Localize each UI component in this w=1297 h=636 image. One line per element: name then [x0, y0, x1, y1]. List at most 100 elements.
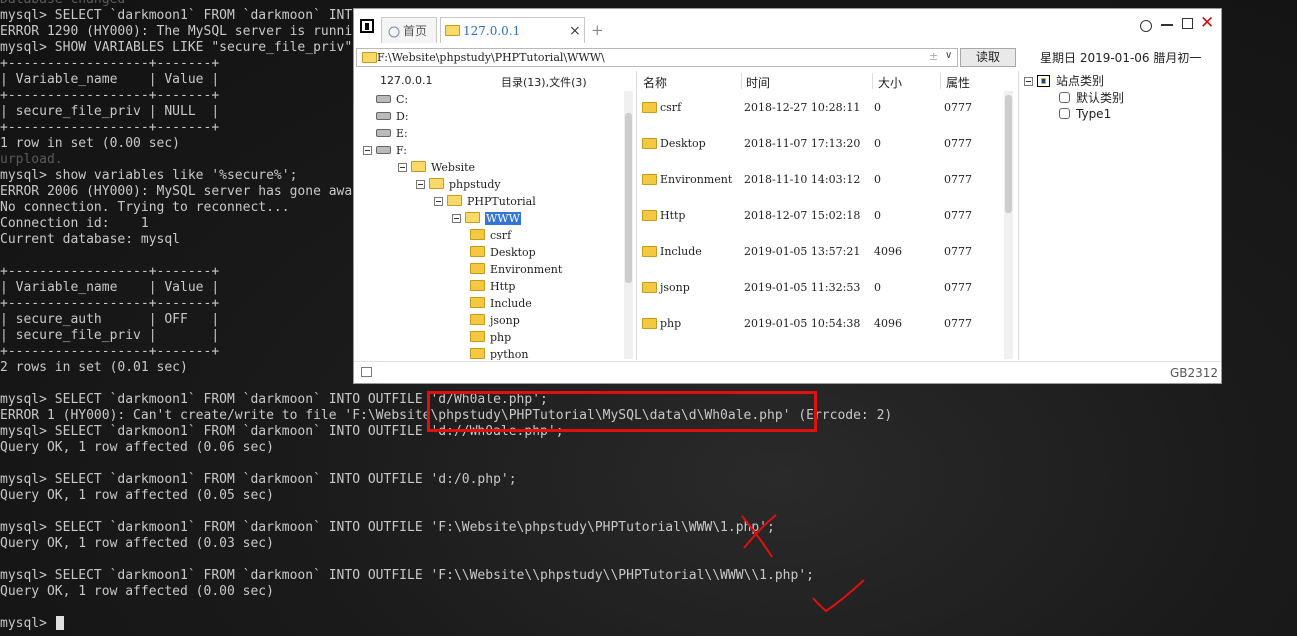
- read-button[interactable]: 读取: [960, 48, 1016, 67]
- close-tab-icon[interactable]: ×: [569, 18, 581, 44]
- folder-icon: [411, 161, 426, 172]
- tree-folder[interactable]: csrf: [470, 227, 511, 244]
- tree-folder[interactable]: PHPTutorial: [434, 193, 536, 210]
- collapse-icon[interactable]: [1024, 77, 1033, 86]
- tree-folder[interactable]: Environment: [470, 261, 562, 278]
- tree-drive[interactable]: E:: [376, 125, 408, 142]
- status-window-icon: [361, 367, 372, 377]
- file-row[interactable]: csrf 2018-12-27 10:28:11 0 0777: [637, 91, 1003, 127]
- file-row[interactable]: Include 2019-01-05 13:57:21 4096 0777: [637, 235, 1003, 271]
- tree-folder[interactable]: php: [470, 329, 511, 346]
- site-category-item[interactable]: 默认类别: [1059, 90, 1124, 106]
- column-divider[interactable]: [940, 73, 941, 89]
- column-header-name[interactable]: 名称: [643, 74, 667, 91]
- column-divider[interactable]: [872, 73, 873, 89]
- tree-drive[interactable]: F:: [363, 142, 407, 159]
- tree-scrollbar[interactable]: [624, 91, 633, 359]
- terminal-line: +------------------+-------+: [0, 56, 220, 71]
- terminal-line: mysql> SELECT `darkmoon1` FROM `darkmoon…: [0, 568, 814, 583]
- terminal-line: ERROR 2006 (HY000): MySQL server has gon…: [0, 184, 361, 199]
- app-logo-icon: [360, 19, 374, 33]
- file-size: 0: [874, 137, 881, 150]
- add-tab-icon[interactable]: +: [591, 21, 604, 39]
- file-row[interactable]: jsonp 2019-01-05 11:32:53 0 0777: [637, 271, 1003, 307]
- column-header-size[interactable]: 大小: [878, 74, 902, 91]
- collapse-icon[interactable]: [398, 163, 407, 172]
- column-header-time[interactable]: 时间: [746, 74, 770, 91]
- close-icon[interactable]: ✕: [1200, 14, 1214, 32]
- maximize-icon[interactable]: [1182, 18, 1193, 29]
- folder-icon: [362, 52, 377, 63]
- folder-icon: [470, 263, 485, 274]
- folder-icon: [642, 282, 657, 293]
- tree-folder[interactable]: Desktop: [470, 244, 536, 261]
- tree-folder[interactable]: Http: [470, 278, 515, 295]
- folder-icon: [470, 280, 485, 291]
- collapse-icon[interactable]: [416, 180, 425, 189]
- collapse-icon[interactable]: [434, 197, 443, 206]
- column-header-attr[interactable]: 属性: [946, 74, 970, 91]
- file-name: csrf: [660, 101, 682, 114]
- file-row[interactable]: Desktop 2018-11-07 17:13:20 0 0777: [637, 127, 1003, 163]
- tree-folder[interactable]: Website: [398, 159, 475, 176]
- file-row[interactable]: Environment 2018-11-10 14:03:12 0 0777: [637, 163, 1003, 199]
- terminal-line: +------------------+-------+: [0, 296, 220, 311]
- minimize-icon[interactable]: [1140, 20, 1152, 32]
- folder-icon: [642, 210, 657, 221]
- site-root[interactable]: 站点类别: [1024, 73, 1104, 90]
- terminal-line: Query OK, 1 row affected (0.00 sec): [0, 584, 274, 599]
- tree-folder[interactable]: phpstudy: [416, 176, 501, 193]
- drive-icon: [376, 129, 391, 137]
- terminal-line: | secure_file_priv | |: [0, 328, 220, 343]
- terminal-line: | secure_file_priv | NULL |: [0, 104, 220, 119]
- tree-folder[interactable]: WWW: [452, 210, 521, 227]
- file-scrollbar[interactable]: [1004, 91, 1013, 359]
- collapse-icon[interactable]: [452, 214, 461, 223]
- folder-icon: [470, 348, 485, 359]
- check-mark: [812, 579, 865, 613]
- site-category-label: 默认类别: [1076, 91, 1125, 105]
- file-time: 2019-01-05 10:54:38: [744, 317, 861, 330]
- tab-host-label: 127.0.0.1: [463, 24, 521, 38]
- tree-drive[interactable]: D:: [376, 108, 409, 125]
- file-time: 2018-11-10 14:03:12: [744, 173, 861, 186]
- terminal-cursor: [56, 616, 64, 630]
- file-attr: 0777: [944, 173, 972, 186]
- terminal-line: +------------------+-------+: [0, 344, 220, 359]
- scrollbar-thumb[interactable]: [1005, 95, 1012, 213]
- site-category-item[interactable]: Type1: [1059, 106, 1111, 122]
- terminal-line: | Variable_name | Value |: [0, 72, 220, 87]
- file-row[interactable]: php 2019-01-05 10:54:38 4096 0777: [637, 307, 1003, 343]
- tree-label: PHPTutorial: [467, 195, 536, 208]
- tree-label: Include: [490, 297, 532, 310]
- tree-drive[interactable]: C:: [376, 91, 408, 108]
- tree-label: phpstudy: [449, 178, 501, 191]
- folder-icon: [465, 212, 480, 223]
- tree-folder[interactable]: python: [470, 346, 528, 360]
- folder-icon: [470, 314, 485, 325]
- file-row[interactable]: Http 2018-12-07 15:02:18 0 0777: [637, 199, 1003, 235]
- category-icon: [1059, 92, 1070, 103]
- tab-home[interactable]: 首页: [381, 17, 437, 43]
- tree-label: Desktop: [490, 246, 536, 259]
- column-divider[interactable]: [741, 73, 742, 89]
- file-name: Http: [660, 209, 686, 222]
- tree-folder[interactable]: Include: [470, 295, 532, 312]
- tree-folder[interactable]: jsonp: [470, 312, 520, 329]
- tree-label: WWW: [485, 212, 521, 225]
- chevron-down-icon[interactable]: ∨: [945, 50, 952, 61]
- file-name: Desktop: [660, 137, 706, 150]
- folder-icon: [470, 331, 485, 342]
- collapse-icon[interactable]: [363, 146, 372, 155]
- path-input[interactable]: F:\Website\phpstudy\PHPTutorial\WWW\ ± ∨: [356, 48, 958, 67]
- tab-host[interactable]: 127.0.0.1 ×: [440, 17, 585, 43]
- terminal-line: mysql> SHOW VARIABLES LIKE "secure_file_…: [0, 40, 361, 55]
- date-label: 星期日 2019-01-06 腊月初一: [1040, 51, 1202, 65]
- restore-icon[interactable]: [1161, 24, 1173, 26]
- file-name: Include: [660, 245, 702, 258]
- drive-icon: [376, 146, 391, 154]
- terminal-line: +------------------+-------+: [0, 120, 220, 135]
- terminal-line: Query OK, 1 row affected (0.06 sec): [0, 440, 274, 455]
- scrollbar-thumb[interactable]: [625, 113, 632, 283]
- path-nav-icon[interactable]: ±: [929, 50, 938, 63]
